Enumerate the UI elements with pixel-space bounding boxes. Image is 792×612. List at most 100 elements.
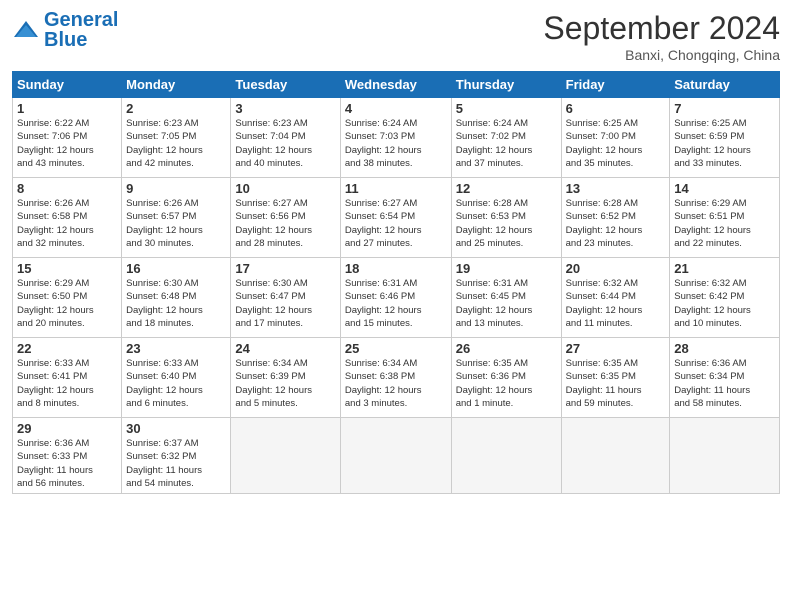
header-saturday: Saturday: [670, 72, 780, 98]
table-row: 1Sunrise: 6:22 AMSunset: 7:06 PMDaylight…: [13, 98, 122, 178]
day-info: Sunrise: 6:35 AMSunset: 6:36 PMDaylight:…: [456, 357, 557, 410]
day-number: 30: [126, 421, 226, 436]
day-info: Sunrise: 6:36 AMSunset: 6:33 PMDaylight:…: [17, 437, 117, 490]
day-info: Sunrise: 6:29 AMSunset: 6:50 PMDaylight:…: [17, 277, 117, 330]
table-row: 13Sunrise: 6:28 AMSunset: 6:52 PMDayligh…: [561, 178, 670, 258]
day-info: Sunrise: 6:31 AMSunset: 6:45 PMDaylight:…: [456, 277, 557, 330]
day-info: Sunrise: 6:29 AMSunset: 6:51 PMDaylight:…: [674, 197, 775, 250]
day-number: 20: [566, 261, 666, 276]
day-number: 12: [456, 181, 557, 196]
calendar-week-row: 15Sunrise: 6:29 AMSunset: 6:50 PMDayligh…: [13, 258, 780, 338]
page-container: GeneralBlue September 2024 Banxi, Chongq…: [0, 0, 792, 504]
day-number: 16: [126, 261, 226, 276]
day-info: Sunrise: 6:23 AMSunset: 7:04 PMDaylight:…: [235, 117, 335, 170]
title-block: September 2024 Banxi, Chongqing, China: [543, 10, 780, 63]
day-number: 3: [235, 101, 335, 116]
day-number: 21: [674, 261, 775, 276]
day-info: Sunrise: 6:27 AMSunset: 6:56 PMDaylight:…: [235, 197, 335, 250]
day-info: Sunrise: 6:25 AMSunset: 7:00 PMDaylight:…: [566, 117, 666, 170]
table-row: 26Sunrise: 6:35 AMSunset: 6:36 PMDayligh…: [451, 338, 561, 418]
table-row: 10Sunrise: 6:27 AMSunset: 6:56 PMDayligh…: [231, 178, 340, 258]
table-row: 5Sunrise: 6:24 AMSunset: 7:02 PMDaylight…: [451, 98, 561, 178]
day-info: Sunrise: 6:30 AMSunset: 6:47 PMDaylight:…: [235, 277, 335, 330]
day-info: Sunrise: 6:28 AMSunset: 6:52 PMDaylight:…: [566, 197, 666, 250]
month-title: September 2024: [543, 10, 780, 47]
table-row: 6Sunrise: 6:25 AMSunset: 7:00 PMDaylight…: [561, 98, 670, 178]
day-info: Sunrise: 6:35 AMSunset: 6:35 PMDaylight:…: [566, 357, 666, 410]
logo-icon: [12, 19, 40, 41]
day-number: 25: [345, 341, 447, 356]
table-row: [670, 418, 780, 494]
table-row: 15Sunrise: 6:29 AMSunset: 6:50 PMDayligh…: [13, 258, 122, 338]
day-info: Sunrise: 6:23 AMSunset: 7:05 PMDaylight:…: [126, 117, 226, 170]
logo-text: GeneralBlue: [44, 10, 118, 50]
day-number: 18: [345, 261, 447, 276]
day-number: 22: [17, 341, 117, 356]
day-info: Sunrise: 6:26 AMSunset: 6:57 PMDaylight:…: [126, 197, 226, 250]
day-number: 29: [17, 421, 117, 436]
table-row: 9Sunrise: 6:26 AMSunset: 6:57 PMDaylight…: [122, 178, 231, 258]
day-number: 26: [456, 341, 557, 356]
table-row: 23Sunrise: 6:33 AMSunset: 6:40 PMDayligh…: [122, 338, 231, 418]
header: GeneralBlue September 2024 Banxi, Chongq…: [12, 10, 780, 63]
subtitle: Banxi, Chongqing, China: [543, 47, 780, 63]
day-number: 6: [566, 101, 666, 116]
table-row: 11Sunrise: 6:27 AMSunset: 6:54 PMDayligh…: [340, 178, 451, 258]
table-row: 4Sunrise: 6:24 AMSunset: 7:03 PMDaylight…: [340, 98, 451, 178]
day-number: 9: [126, 181, 226, 196]
day-info: Sunrise: 6:26 AMSunset: 6:58 PMDaylight:…: [17, 197, 117, 250]
day-info: Sunrise: 6:32 AMSunset: 6:44 PMDaylight:…: [566, 277, 666, 330]
day-number: 4: [345, 101, 447, 116]
day-number: 24: [235, 341, 335, 356]
day-number: 14: [674, 181, 775, 196]
header-monday: Monday: [122, 72, 231, 98]
day-number: 1: [17, 101, 117, 116]
table-row: 29Sunrise: 6:36 AMSunset: 6:33 PMDayligh…: [13, 418, 122, 494]
table-row: [231, 418, 340, 494]
day-info: Sunrise: 6:25 AMSunset: 6:59 PMDaylight:…: [674, 117, 775, 170]
table-row: 3Sunrise: 6:23 AMSunset: 7:04 PMDaylight…: [231, 98, 340, 178]
day-number: 11: [345, 181, 447, 196]
calendar-table: Sunday Monday Tuesday Wednesday Thursday…: [12, 71, 780, 494]
table-row: 20Sunrise: 6:32 AMSunset: 6:44 PMDayligh…: [561, 258, 670, 338]
day-info: Sunrise: 6:22 AMSunset: 7:06 PMDaylight:…: [17, 117, 117, 170]
day-number: 19: [456, 261, 557, 276]
table-row: [340, 418, 451, 494]
header-friday: Friday: [561, 72, 670, 98]
table-row: 16Sunrise: 6:30 AMSunset: 6:48 PMDayligh…: [122, 258, 231, 338]
weekday-header-row: Sunday Monday Tuesday Wednesday Thursday…: [13, 72, 780, 98]
day-info: Sunrise: 6:24 AMSunset: 7:03 PMDaylight:…: [345, 117, 447, 170]
table-row: 22Sunrise: 6:33 AMSunset: 6:41 PMDayligh…: [13, 338, 122, 418]
table-row: 24Sunrise: 6:34 AMSunset: 6:39 PMDayligh…: [231, 338, 340, 418]
table-row: 12Sunrise: 6:28 AMSunset: 6:53 PMDayligh…: [451, 178, 561, 258]
table-row: 30Sunrise: 6:37 AMSunset: 6:32 PMDayligh…: [122, 418, 231, 494]
table-row: 7Sunrise: 6:25 AMSunset: 6:59 PMDaylight…: [670, 98, 780, 178]
table-row: [561, 418, 670, 494]
header-tuesday: Tuesday: [231, 72, 340, 98]
day-info: Sunrise: 6:30 AMSunset: 6:48 PMDaylight:…: [126, 277, 226, 330]
table-row: 14Sunrise: 6:29 AMSunset: 6:51 PMDayligh…: [670, 178, 780, 258]
table-row: 8Sunrise: 6:26 AMSunset: 6:58 PMDaylight…: [13, 178, 122, 258]
day-number: 27: [566, 341, 666, 356]
table-row: 27Sunrise: 6:35 AMSunset: 6:35 PMDayligh…: [561, 338, 670, 418]
header-thursday: Thursday: [451, 72, 561, 98]
day-info: Sunrise: 6:34 AMSunset: 6:39 PMDaylight:…: [235, 357, 335, 410]
day-number: 10: [235, 181, 335, 196]
table-row: 18Sunrise: 6:31 AMSunset: 6:46 PMDayligh…: [340, 258, 451, 338]
day-info: Sunrise: 6:31 AMSunset: 6:46 PMDaylight:…: [345, 277, 447, 330]
day-info: Sunrise: 6:33 AMSunset: 6:40 PMDaylight:…: [126, 357, 226, 410]
day-number: 8: [17, 181, 117, 196]
day-info: Sunrise: 6:24 AMSunset: 7:02 PMDaylight:…: [456, 117, 557, 170]
table-row: 17Sunrise: 6:30 AMSunset: 6:47 PMDayligh…: [231, 258, 340, 338]
day-number: 7: [674, 101, 775, 116]
day-info: Sunrise: 6:32 AMSunset: 6:42 PMDaylight:…: [674, 277, 775, 330]
header-sunday: Sunday: [13, 72, 122, 98]
calendar-week-row: 1Sunrise: 6:22 AMSunset: 7:06 PMDaylight…: [13, 98, 780, 178]
table-row: [451, 418, 561, 494]
calendar-body: 1Sunrise: 6:22 AMSunset: 7:06 PMDaylight…: [13, 98, 780, 494]
day-number: 23: [126, 341, 226, 356]
day-number: 2: [126, 101, 226, 116]
day-info: Sunrise: 6:36 AMSunset: 6:34 PMDaylight:…: [674, 357, 775, 410]
day-number: 5: [456, 101, 557, 116]
calendar-week-row: 8Sunrise: 6:26 AMSunset: 6:58 PMDaylight…: [13, 178, 780, 258]
